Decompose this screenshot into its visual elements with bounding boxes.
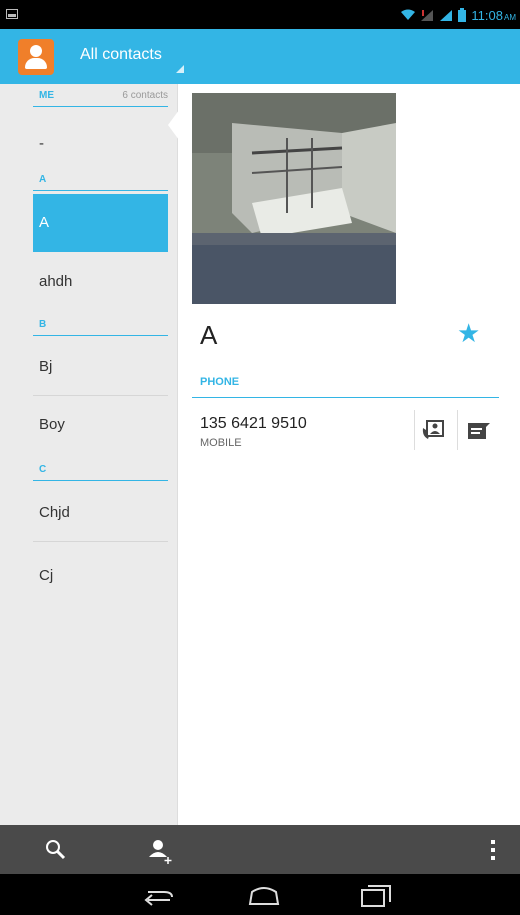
contact-filter-spinner[interactable]: All contacts xyxy=(80,46,162,64)
search-icon[interactable] xyxy=(44,838,68,862)
battery-icon xyxy=(458,8,467,22)
dropdown-indicator-icon xyxy=(176,65,184,73)
image-notification-icon xyxy=(6,9,18,19)
navigation-bar xyxy=(0,874,520,915)
home-icon[interactable] xyxy=(244,882,284,908)
add-contact-icon[interactable] xyxy=(146,837,174,865)
list-item-contact[interactable]: ahdh xyxy=(33,253,168,311)
section-label: B xyxy=(39,319,47,330)
contact-detail-name: A xyxy=(200,320,218,350)
selection-indicator xyxy=(168,110,179,140)
section-header-me: ME 6 contacts xyxy=(33,85,168,107)
section-label: PHONE xyxy=(200,376,240,388)
signal-icon xyxy=(440,9,453,21)
status-bar: 11:08AM xyxy=(0,0,520,29)
contact-name: Chjd xyxy=(39,504,70,521)
divider xyxy=(457,410,458,450)
contact-name: Cj xyxy=(39,567,54,584)
contact-photo[interactable] xyxy=(192,93,396,304)
overflow-menu-icon[interactable] xyxy=(488,839,498,861)
wifi-icon xyxy=(401,9,416,20)
section-header-c: C xyxy=(33,459,168,481)
contact-name: A xyxy=(39,214,50,231)
contact-name: Boy xyxy=(39,416,65,433)
phone-section-header: PHONE xyxy=(192,370,499,398)
contact-name: ahdh xyxy=(39,273,73,290)
signal-icon xyxy=(421,9,434,21)
contacts-icon[interactable] xyxy=(18,39,54,75)
section-label: ME xyxy=(39,90,54,101)
section-header-a: A xyxy=(33,169,168,191)
contact-count: 6 contacts xyxy=(122,90,168,101)
message-icon[interactable] xyxy=(468,423,490,439)
back-icon[interactable] xyxy=(140,882,180,908)
recent-apps-icon[interactable] xyxy=(356,882,396,908)
clock: 11:08AM xyxy=(471,8,516,23)
status-icons: 11:08AM xyxy=(401,6,516,24)
section-label: A xyxy=(39,174,47,185)
list-item-contact-selected[interactable]: A xyxy=(33,194,168,252)
list-item-contact[interactable]: Cj xyxy=(33,547,168,605)
call-contact-icon[interactable] xyxy=(422,420,444,440)
contact-name: - xyxy=(39,135,44,152)
divider xyxy=(414,410,415,450)
bottom-toolbar xyxy=(0,825,520,874)
phone-type: MOBILE xyxy=(200,437,242,449)
list-item-contact[interactable]: Chjd xyxy=(33,484,168,542)
action-bar: All contacts xyxy=(0,29,520,84)
clock-ampm: AM xyxy=(504,12,516,22)
clock-time: 11:08 xyxy=(471,7,503,23)
section-header-b: B xyxy=(33,314,168,336)
contact-name: Bj xyxy=(39,358,53,375)
list-item-me[interactable]: - xyxy=(33,115,168,173)
phone-number[interactable]: 135 6421 9510 xyxy=(200,415,307,433)
list-item-contact[interactable]: Boy xyxy=(33,396,168,454)
star-icon[interactable]: ★ xyxy=(457,320,480,346)
list-item-contact[interactable]: Bj xyxy=(33,338,168,396)
section-label: C xyxy=(39,464,47,475)
